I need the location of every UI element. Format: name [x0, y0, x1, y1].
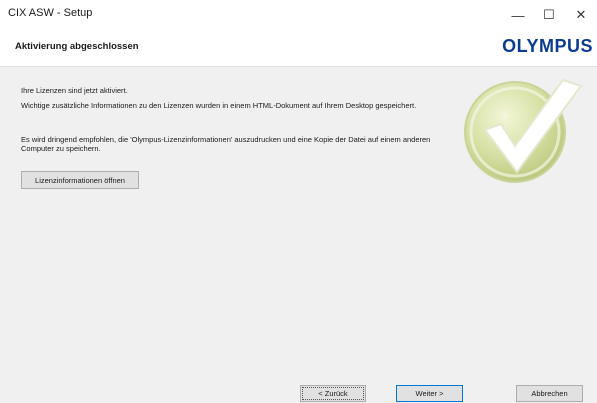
open-license-info-button[interactable]: Lizenzinformationen öffnen — [21, 171, 139, 189]
page-title: Aktivierung abgeschlossen — [15, 41, 139, 52]
cancel-button[interactable]: Abbrechen — [516, 385, 583, 402]
olympus-logo: OLYMPUS — [502, 36, 593, 56]
close-button[interactable]: ✕ — [565, 0, 597, 30]
title-bar: CIX ASW - Setup — ☐ ✕ — [0, 0, 597, 30]
next-button[interactable]: Weiter > — [396, 385, 463, 402]
window-controls: — ☐ ✕ — [503, 0, 597, 30]
desktop-info-message: Wichtige zusätzliche Informationen zu de… — [21, 101, 417, 110]
print-recommendation-message: Es wird dringend empfohlen, die 'Olympus… — [21, 135, 431, 153]
back-button[interactable]: < Zurück — [300, 385, 366, 402]
wizard-header: Aktivierung abgeschlossen OLYMPUS — [0, 30, 597, 67]
maximize-button[interactable]: ☐ — [533, 0, 565, 30]
minimize-button[interactable]: — — [503, 0, 533, 30]
wizard-content: Ihre Lizenzen sind jetzt aktiviert. Wich… — [0, 67, 597, 403]
window-title: CIX ASW - Setup — [8, 7, 93, 19]
checkmark-icon — [463, 72, 587, 190]
activation-message: Ihre Lizenzen sind jetzt aktiviert. — [21, 86, 128, 95]
